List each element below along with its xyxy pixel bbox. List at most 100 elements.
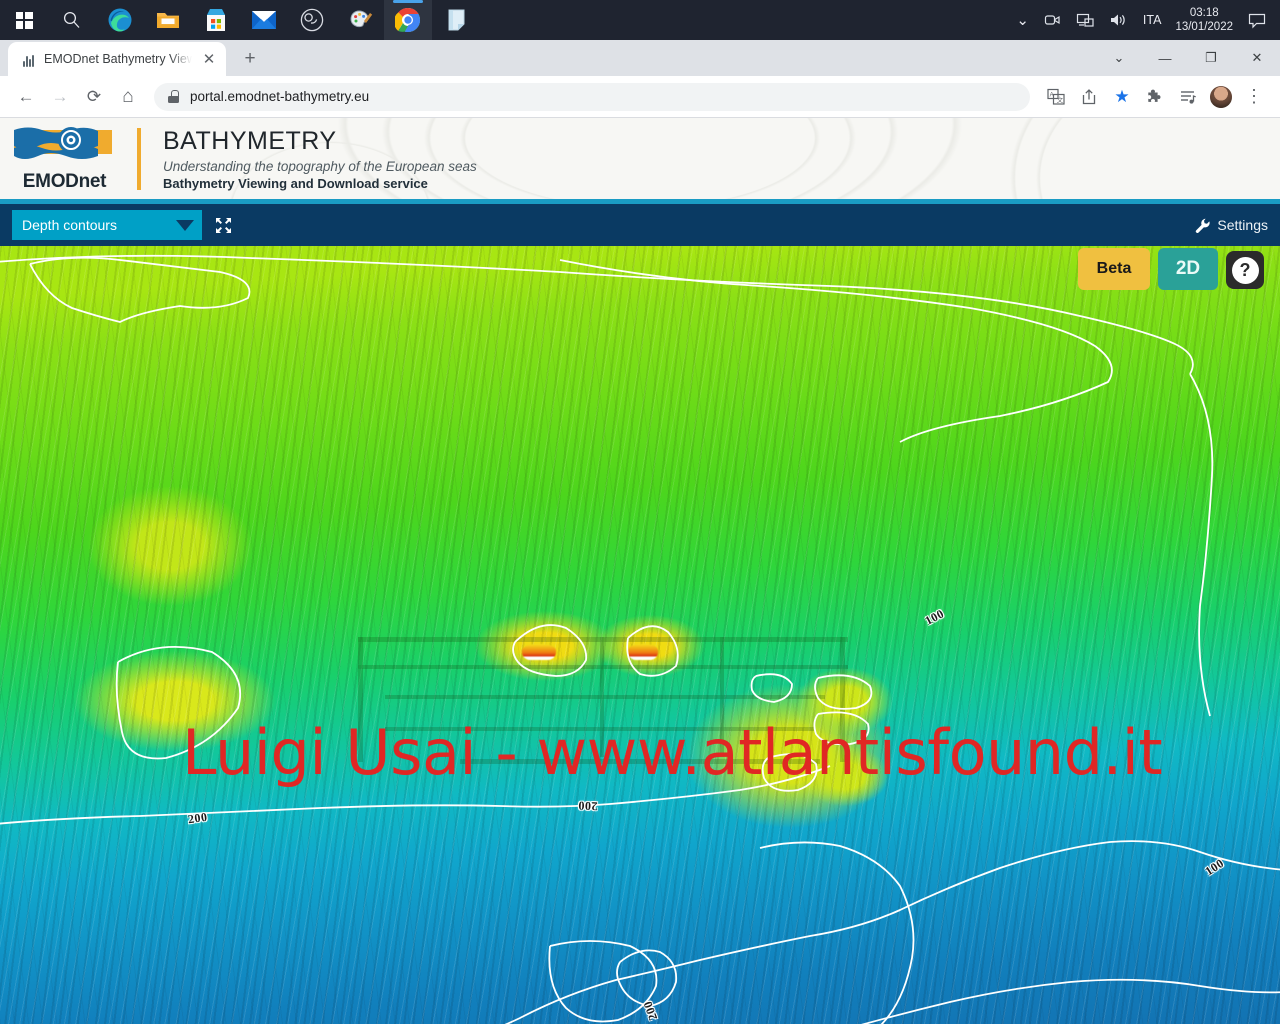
wrench-icon xyxy=(1196,218,1211,233)
address-bar-url: portal.emodnet-bathymetry.eu xyxy=(190,89,370,104)
header-text-block: BATHYMETRY Understanding the topography … xyxy=(163,127,477,191)
lock-icon xyxy=(168,90,179,103)
microsoft-store-button[interactable] xyxy=(192,0,240,40)
edge-button[interactable] xyxy=(96,0,144,40)
share-button[interactable] xyxy=(1073,81,1105,113)
extensions-button[interactable] xyxy=(1139,81,1171,113)
chevron-down-icon xyxy=(176,219,194,231)
page-service-name: Bathymetry Viewing and Download service xyxy=(163,175,428,191)
tray-language-button[interactable]: ITA xyxy=(1136,0,1169,40)
start-button[interactable] xyxy=(0,0,48,40)
fullscreen-icon xyxy=(215,217,231,233)
fullscreen-button[interactable] xyxy=(210,210,236,240)
new-tab-button[interactable]: + xyxy=(236,45,264,73)
svg-text:A: A xyxy=(1050,92,1054,98)
share-icon xyxy=(1082,88,1096,104)
tab-strip: EMODnet Bathymetry Viewing an ✕ + ⌄ — ❐ … xyxy=(0,40,1280,76)
header-divider xyxy=(137,127,141,190)
taskbar-clock[interactable]: 03:18 13/01/2022 xyxy=(1168,0,1240,40)
reading-list-button[interactable] xyxy=(1172,81,1204,113)
tray-camera-button[interactable] xyxy=(1036,0,1069,40)
tab-title: EMODnet Bathymetry Viewing an xyxy=(44,52,192,66)
depth-contour-labels: 1002002001005001000500200500500200200100… xyxy=(0,246,1280,1024)
paint-icon xyxy=(349,9,372,27)
notification-center-button[interactable] xyxy=(1240,0,1274,40)
window-controls: ⌄ — ❐ ✕ xyxy=(1096,40,1280,76)
forward-button[interactable]: → xyxy=(44,81,76,113)
sticky-notes-button[interactable] xyxy=(432,0,480,40)
browser-toolbar: ← → ⟳ ⌂ portal.emodnet-bathymetry.eu A 文 xyxy=(0,76,1280,118)
chrome-icon xyxy=(395,7,421,33)
map-app-bar: Depth contours Settings xyxy=(0,204,1280,246)
windows-taskbar: ⌄ ITA 03:18 13/01/2022 xyxy=(0,0,1280,40)
windows-logo-icon xyxy=(15,11,33,29)
watermark-text: Luigi Usai - www.atlantisfound.it xyxy=(182,716,1163,789)
contour-label: 100 xyxy=(922,606,947,628)
tray-network-button[interactable] xyxy=(1069,0,1102,40)
chevron-up-icon: ⌄ xyxy=(1016,12,1029,29)
close-window-button[interactable]: ✕ xyxy=(1234,40,1280,76)
edge-icon xyxy=(108,8,132,32)
system-tray: ⌄ ITA 03:18 13/01/2022 xyxy=(1009,0,1280,40)
reload-button[interactable]: ⟳ xyxy=(78,81,110,113)
translate-icon: A 文 xyxy=(1047,88,1065,105)
emodnet-logo[interactable]: EMODnet xyxy=(12,124,117,193)
avatar xyxy=(1210,85,1232,108)
chrome-active-indicator xyxy=(393,0,423,3)
obs-icon xyxy=(300,8,324,32)
mail-button[interactable] xyxy=(240,0,288,40)
layer-select-value: Depth contours xyxy=(22,217,117,233)
puzzle-icon xyxy=(1148,89,1161,102)
back-button[interactable]: ← xyxy=(10,81,42,113)
chrome-button[interactable] xyxy=(384,0,432,40)
camera-icon xyxy=(1044,15,1060,25)
screen: ⌄ ITA 03:18 13/01/2022 EMODnet Bathymetr… xyxy=(0,0,1280,1024)
page-title: BATHYMETRY xyxy=(163,126,337,155)
contour-label: 200 xyxy=(577,798,598,814)
minimize-button[interactable]: — xyxy=(1142,40,1188,76)
search-button[interactable] xyxy=(48,0,96,40)
tray-volume-button[interactable] xyxy=(1102,0,1136,40)
file-explorer-button[interactable] xyxy=(144,0,192,40)
address-bar[interactable]: portal.emodnet-bathymetry.eu xyxy=(154,82,1030,111)
obs-button[interactable] xyxy=(288,0,336,40)
svg-text:文: 文 xyxy=(1057,95,1064,104)
translate-button[interactable]: A 文 xyxy=(1040,81,1072,113)
language-label: ITA xyxy=(1142,13,1162,27)
mail-icon xyxy=(252,11,276,29)
browser-tab[interactable]: EMODnet Bathymetry Viewing an ✕ xyxy=(8,42,226,76)
page-subtitle: Understanding the topography of the Euro… xyxy=(163,158,477,174)
emodnet-logo-text: EMODnet xyxy=(22,171,107,192)
tray-expand-button[interactable]: ⌄ xyxy=(1009,0,1036,40)
search-icon xyxy=(63,11,80,28)
network-icon xyxy=(1076,13,1094,27)
contour-label: 100 xyxy=(1202,855,1227,879)
site-header: EMODnet BATHYMETRY Understanding the top… xyxy=(0,118,1280,204)
page-content: EMODnet BATHYMETRY Understanding the top… xyxy=(0,118,1280,1024)
toolbar-actions: A 文 ★ ⋮ xyxy=(1040,81,1270,113)
settings-label: Settings xyxy=(1217,217,1268,233)
paint-button[interactable] xyxy=(336,0,384,40)
contour-label: 200 xyxy=(187,809,209,827)
map-controls: Beta 2D ? xyxy=(1078,248,1264,290)
profile-button[interactable] xyxy=(1205,81,1237,113)
reading-list-icon xyxy=(1181,90,1196,104)
clock-time: 03:18 xyxy=(1189,6,1219,19)
layer-select[interactable]: Depth contours xyxy=(12,210,202,240)
chrome-menu-button[interactable]: ⋮ xyxy=(1238,81,1270,113)
clock-date: 13/01/2022 xyxy=(1175,21,1233,33)
emodnet-logo-mark-icon xyxy=(12,124,114,170)
beta-button[interactable]: Beta xyxy=(1078,248,1150,290)
bathymetry-map[interactable]: 1002002001005001000500200500500200200100… xyxy=(0,246,1280,1024)
home-button[interactable]: ⌂ xyxy=(112,81,144,113)
help-button[interactable]: ? xyxy=(1226,251,1264,289)
tab-search-button[interactable]: ⌄ xyxy=(1096,40,1142,76)
folder-icon xyxy=(157,13,179,28)
settings-button[interactable]: Settings xyxy=(1195,217,1268,233)
contour-label: 200 xyxy=(640,999,661,1023)
notes-icon xyxy=(448,9,464,31)
tab-close-button[interactable]: ✕ xyxy=(200,50,218,68)
maximize-button[interactable]: ❐ xyxy=(1188,40,1234,76)
dimension-toggle-button[interactable]: 2D xyxy=(1158,248,1218,290)
bookmark-button[interactable]: ★ xyxy=(1106,81,1138,113)
